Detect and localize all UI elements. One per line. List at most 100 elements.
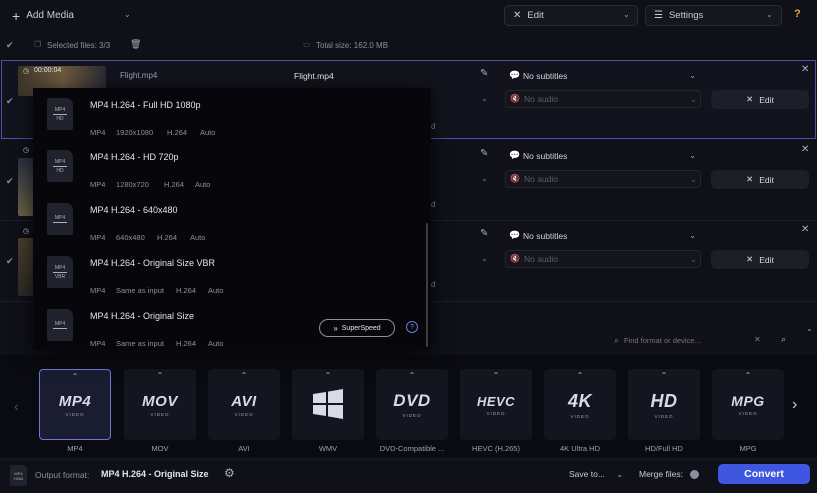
preset-meta: Same as input xyxy=(116,339,164,348)
preset-title: MP4 H.264 - Original Size xyxy=(90,311,195,321)
hevc-logo: HEVC xyxy=(476,393,516,409)
subtitles-select[interactable]: 💬 No subtitles ⌄ xyxy=(505,227,701,245)
chevron-up-icon: ⌃ xyxy=(324,371,332,380)
format-tile-mp4[interactable]: ⌃ MP4 VIDEO xyxy=(39,369,111,440)
superspeed-help-icon[interactable]: ? xyxy=(406,321,418,333)
format-tile-avi[interactable]: ⌃ AVI VIDEO xyxy=(208,369,280,440)
dropdown-scrollbar[interactable] xyxy=(426,223,428,347)
format-tile-wmv[interactable]: ⌃ xyxy=(292,369,364,440)
preset-meta: MP4 xyxy=(90,180,106,189)
hd-logo: HD xyxy=(650,390,678,411)
preset-option[interactable]: MP4 HD MP4 H.264 - HD 720p MP4 1280x720 H… xyxy=(33,140,431,192)
clear-search-icon[interactable]: ✕ xyxy=(754,335,761,344)
format-tile-hd[interactable]: ⌃ HD VIDEO xyxy=(628,369,700,440)
file-thumbnail xyxy=(18,158,34,216)
edit-menu-button[interactable]: ✕ Edit ⌄ xyxy=(504,5,638,26)
remove-file-icon[interactable]: ✕ xyxy=(801,224,809,235)
add-media-button[interactable]: + Add Media ⌄ xyxy=(8,5,140,26)
subtitles-value: No subtitles xyxy=(523,71,568,81)
chevron-down-icon: ⌄ xyxy=(623,10,630,19)
format-label-mp4: MP4 xyxy=(67,444,83,453)
edit-file-button[interactable]: ✕ Edit xyxy=(711,170,809,189)
rename-pencil-icon[interactable]: ✎ xyxy=(480,148,488,159)
remove-file-icon[interactable]: ✕ xyxy=(801,144,809,155)
files-stack-icon: ❐ xyxy=(34,40,42,49)
chevron-down-icon[interactable]: ⌄ xyxy=(481,94,488,103)
scroll-right-icon[interactable]: › xyxy=(792,396,797,414)
superspeed-badge[interactable]: » SuperSpeed xyxy=(319,319,395,337)
gear-icon[interactable]: ⚙ xyxy=(224,466,235,480)
chevron-up-icon: ⌃ xyxy=(156,371,164,380)
format-tile-mpg[interactable]: ⌃ MPG VIDEO xyxy=(712,369,784,440)
edit-file-button[interactable]: ✕ Edit xyxy=(711,250,809,269)
output-format-value[interactable]: MP4 H.264 - Original Size xyxy=(101,469,209,479)
subtitles-select[interactable]: 💬 No subtitles ⌄ xyxy=(505,147,701,165)
chevron-up-icon: ⌃ xyxy=(492,371,500,380)
select-all-checkbox[interactable]: ✔ xyxy=(6,40,14,51)
4k-logo: 4K xyxy=(567,390,592,411)
convert-button[interactable]: Convert xyxy=(718,464,810,484)
format-tile-4k[interactable]: ⌃ 4K VIDEO xyxy=(544,369,616,440)
mov-logo: MOV xyxy=(142,392,178,410)
preset-option[interactable]: MP4 HD MP4 H.264 - Full HD 1080p MP4 1920… xyxy=(33,88,431,140)
tools-icon: ✕ xyxy=(746,94,754,104)
hevc-logo-sub: VIDEO xyxy=(486,410,506,416)
edit-file-button[interactable]: ✕ Edit xyxy=(711,90,809,109)
chevron-down-icon: ⌄ xyxy=(689,230,697,240)
preset-title: MP4 H.264 - HD 720p xyxy=(90,152,179,162)
format-label-mov: MOV xyxy=(151,444,169,453)
output-format-label: Output format: xyxy=(35,470,90,480)
mp4-file-icon: MP4 xyxy=(47,203,73,235)
tools-icon: ✕ xyxy=(746,254,754,264)
merge-files-toggle[interactable] xyxy=(690,470,699,479)
preset-meta: 640x480 xyxy=(116,233,145,242)
row-fragment-text: d xyxy=(431,122,436,131)
settings-button[interactable]: ☰ Settings ⌄ xyxy=(645,5,782,26)
mp4-file-icon: MP4 HD xyxy=(47,98,73,130)
subtitles-select[interactable]: 💬 No subtitles ⌄ xyxy=(505,67,701,85)
save-to-button[interactable]: Save to... ⌄ xyxy=(569,469,623,480)
speech-bubble-icon: 💬 xyxy=(509,150,521,160)
format-search-input[interactable] xyxy=(624,333,764,347)
selected-files-label: Selected files: 3/3 xyxy=(47,41,111,50)
device-search-icon[interactable]: ⌕ xyxy=(781,334,786,345)
audio-select[interactable]: 🔇 No audio ⌄ xyxy=(505,90,701,108)
audio-value: No audio xyxy=(524,174,559,184)
preset-meta: H.264 xyxy=(157,233,178,242)
format-tile-hevc[interactable]: ⌃ HEVC VIDEO xyxy=(460,369,532,440)
remove-file-icon[interactable]: ✕ xyxy=(801,64,809,75)
chevron-down-icon[interactable]: ⌄ xyxy=(481,254,488,263)
chevron-up-icon: ⌃ xyxy=(660,371,668,380)
edit-file-label: Edit xyxy=(759,174,774,185)
collapse-chevron-icon[interactable]: ⌃ xyxy=(806,328,813,337)
preset-meta: Auto xyxy=(208,286,224,295)
chevron-down-icon: ⌄ xyxy=(689,150,697,160)
mp4-logo-sub: VIDEO xyxy=(65,411,85,417)
preset-option[interactable]: MP4 MP4 H.264 - 640x480 MP4 640x480 H.26… xyxy=(33,193,431,245)
hd-logo-sub: VIDEO xyxy=(654,413,674,419)
rename-pencil-icon[interactable]: ✎ xyxy=(480,68,488,79)
mp4-file-icon: MP4 xyxy=(47,309,73,341)
settings-label: Settings xyxy=(668,10,704,21)
file-checkbox[interactable]: ✔ xyxy=(6,96,14,107)
file-checkbox[interactable]: ✔ xyxy=(6,256,14,267)
file-checkbox[interactable]: ✔ xyxy=(6,176,14,187)
chevron-up-icon: ⌃ xyxy=(240,371,248,380)
help-button[interactable]: ? xyxy=(794,8,801,20)
format-tile-mov[interactable]: ⌃ MOV VIDEO xyxy=(124,369,196,440)
chevron-down-icon[interactable]: ⌄ xyxy=(481,174,488,183)
audio-select[interactable]: 🔇 No audio ⌄ xyxy=(505,250,701,268)
trash-icon[interactable]: 🗑 xyxy=(130,39,141,50)
row-fragment-text: d xyxy=(431,200,436,209)
format-tile-dvd[interactable]: ⌃ DVD VIDEO xyxy=(376,369,448,440)
scroll-left-icon[interactable]: ‹ xyxy=(14,398,19,414)
speech-bubble-icon: 💬 xyxy=(509,70,521,80)
audio-select[interactable]: 🔇 No audio ⌄ xyxy=(505,170,701,188)
rename-pencil-icon[interactable]: ✎ xyxy=(480,228,488,239)
preset-option[interactable]: MP4 VBR MP4 H.264 - Original Size VBR MP4… xyxy=(33,246,431,298)
preset-meta: H.264 xyxy=(167,128,188,137)
mp4-file-icon: MP4 HD xyxy=(47,150,73,182)
preset-meta: H.264 xyxy=(164,180,185,189)
chevron-down-icon: ⌄ xyxy=(616,469,624,479)
preset-meta: MP4 xyxy=(90,233,106,242)
